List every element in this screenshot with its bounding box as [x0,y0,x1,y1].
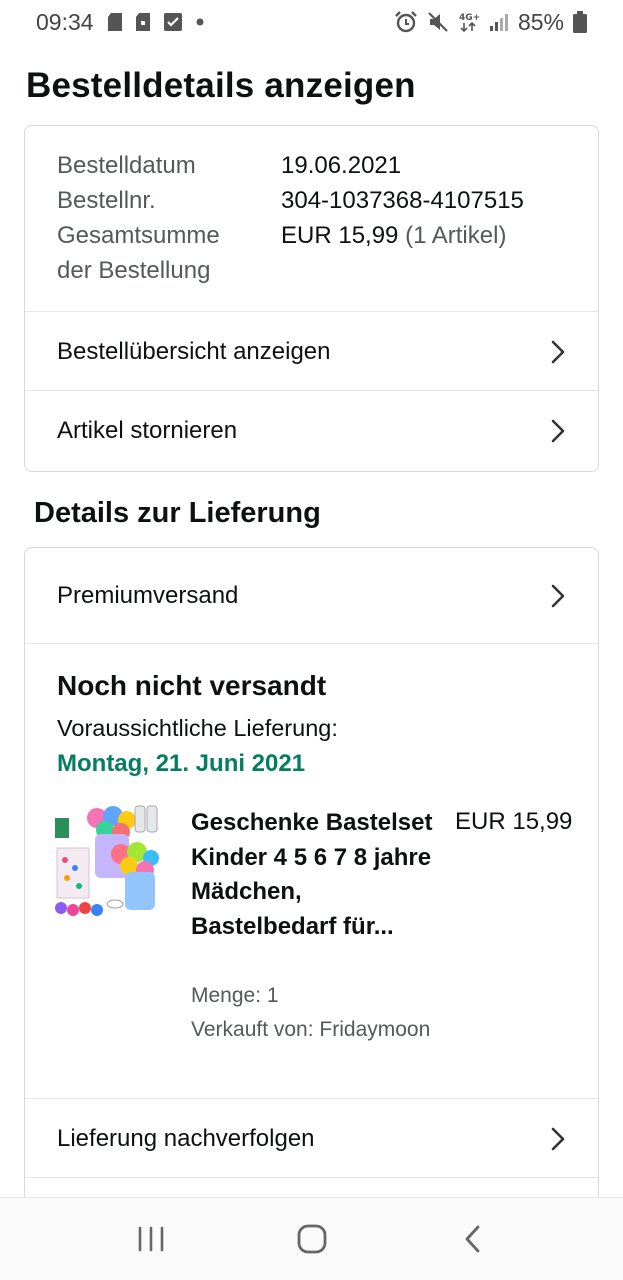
divider [25,643,598,644]
more-notifications-dot-icon [196,18,204,26]
chevron-right-icon [550,583,566,609]
checkbox-notification-icon [163,13,182,31]
order-overview-label: Bestellübersicht anzeigen [57,337,331,365]
delivery-section-title: Details zur Lieferung [34,497,321,529]
divider [25,1177,598,1178]
shipment-status: Noch nicht versandt [57,670,327,701]
status-right: 4G+ 85% [394,9,587,36]
delivery-card: Premiumversand Noch nicht versandt Vorau… [24,547,599,1217]
svg-text:4G+: 4G+ [459,13,480,23]
chevron-right-icon [550,339,566,365]
back-icon[interactable] [443,1214,503,1264]
chevron-right-icon [550,1126,566,1152]
product-seller: Verkauft von: Fridaymoon [191,1018,431,1041]
signal-icon [489,12,509,32]
order-date-label: Bestelldatum [57,152,196,179]
system-nav-bar [0,1197,623,1280]
order-total-label-line2: der Bestellung [57,257,211,284]
shipping-method-label: Premiumversand [57,581,239,609]
order-total-label: Gesamtsumme der Bestellung [57,218,281,288]
sd-card-icon [107,13,122,31]
home-icon[interactable] [282,1214,342,1264]
order-overview-link[interactable]: Bestellübersicht anzeigen [25,311,598,391]
cancel-items-label: Artikel stornieren [57,416,238,444]
eta-label: Voraussichtliche Lieferung: [57,715,338,741]
order-summary-card: Bestelldatum 19.06.2021 Bestellnr. 304-1… [24,125,599,472]
order-total-row: Gesamtsumme der Bestellung EUR 15,99 (1 … [57,218,524,288]
recent-apps-icon[interactable] [121,1214,181,1264]
alarm-icon [394,11,418,33]
order-date-value: 19.06.2021 [281,152,402,179]
product-quantity: Menge: 1 [191,984,279,1007]
order-total-amount: EUR 15,99 [281,222,399,249]
status-time: 09:34 [36,8,94,35]
order-total-label-line1: Gesamtsumme [57,222,220,249]
order-number-label: Bestellnr. [57,187,156,214]
order-total-items: (1 Artikel) [405,222,507,249]
battery-icon [573,11,587,33]
track-delivery-label: Lieferung nachverfolgen [57,1124,315,1152]
sd-card-icon-2 [135,13,150,31]
product-title[interactable]: Geschenke Bastelset Kinder 4 5 6 7 8 jah… [191,806,441,944]
order-date-row: Bestelldatum 19.06.2021 [57,148,524,183]
track-delivery-link[interactable]: Lieferung nachverfolgen [25,1098,598,1178]
battery-percent: 85% [517,8,564,35]
status-left: 09:34 [36,9,204,36]
cancel-items-link[interactable]: Artikel stornieren [25,390,598,470]
chevron-right-icon [550,418,566,444]
status-bar: 09:34 4G+ 85% [0,0,623,44]
mute-icon [427,11,449,33]
order-number-value: 304-1037368-4107515 [281,187,524,214]
order-summary-details: Bestelldatum 19.06.2021 Bestellnr. 304-1… [57,148,524,288]
product-image[interactable] [55,804,159,918]
product-price: EUR 15,99 [455,808,573,835]
network-4g-icon: 4G+ [458,11,480,33]
shipping-method-link[interactable]: Premiumversand [25,548,598,643]
page-title: Bestelldetails anzeigen [26,66,416,105]
eta-date: Montag, 21. Juni 2021 [57,750,306,777]
order-number-row: Bestellnr. 304-1037368-4107515 [57,183,524,218]
order-total-value: EUR 15,99 (1 Artikel) [281,218,506,288]
